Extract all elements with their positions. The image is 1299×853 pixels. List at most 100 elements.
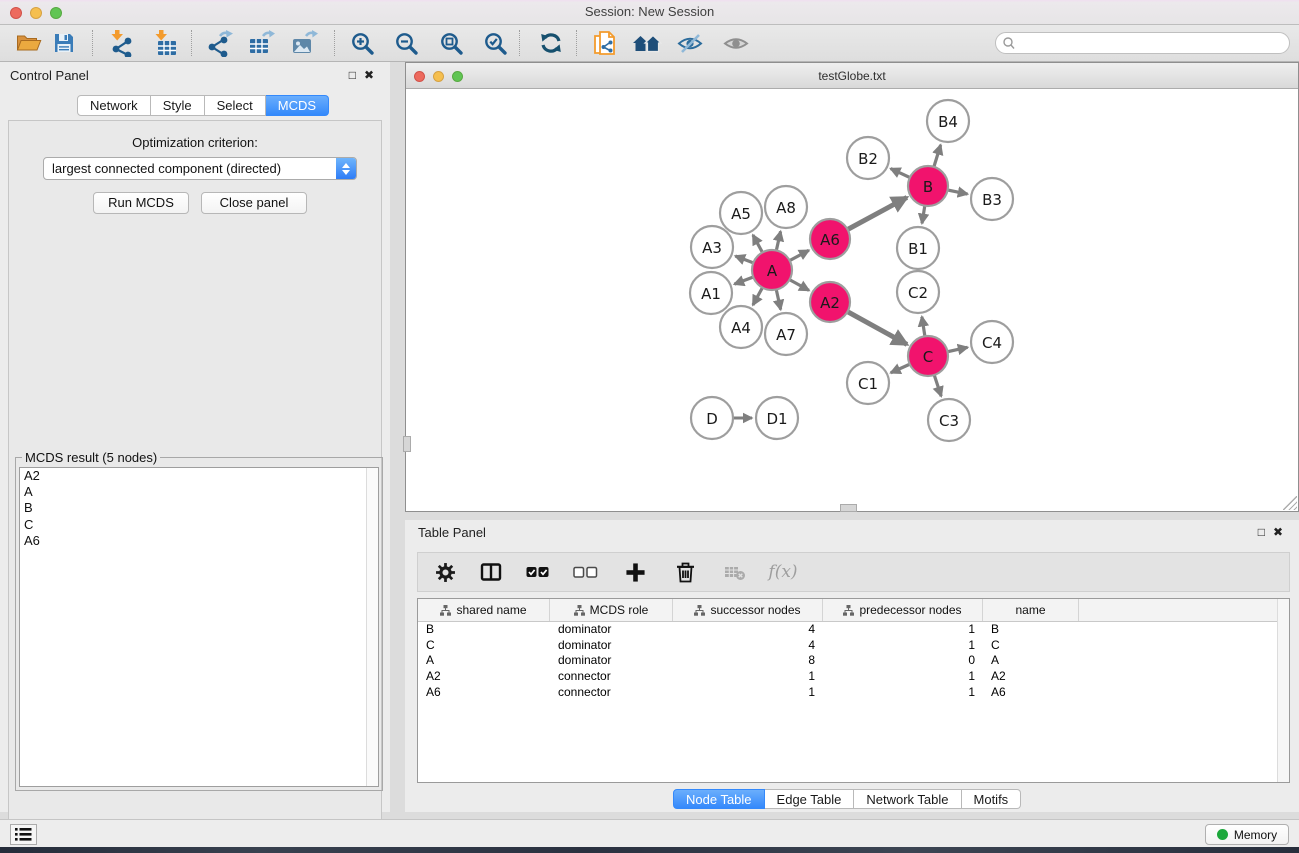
select-all-columns-button[interactable]	[518, 556, 556, 588]
table-cell[interactable]: 1	[823, 622, 983, 638]
hide-selected-button[interactable]	[672, 28, 708, 58]
graph-node-C1[interactable]: C1	[847, 362, 889, 404]
float-panel-icon[interactable]: □	[349, 68, 364, 82]
graph-node-C2[interactable]: C2	[897, 271, 939, 313]
show-panels-list-button[interactable]	[10, 824, 37, 845]
graph-node-B1[interactable]: B1	[897, 227, 939, 269]
delete-column-button[interactable]	[666, 556, 704, 588]
graph-node-B[interactable]: B	[908, 166, 948, 206]
save-session-button[interactable]	[46, 28, 82, 58]
result-list-scrollbar[interactable]	[366, 468, 378, 786]
table-cell[interactable]: A	[983, 653, 1079, 669]
column-header-name[interactable]: name	[983, 599, 1079, 621]
table-cell[interactable]: 1	[673, 669, 823, 685]
mcds-result-item[interactable]: C	[20, 517, 378, 533]
zoom-in-button[interactable]	[344, 28, 380, 58]
graph-node-A7[interactable]: A7	[765, 313, 807, 355]
mcds-result-item[interactable]: B	[20, 500, 378, 516]
graph-node-A6[interactable]: A6	[810, 219, 850, 259]
search-input[interactable]	[1020, 36, 1289, 50]
close-panel-icon[interactable]: ✖	[364, 68, 382, 82]
table-cell[interactable]: dominator	[550, 638, 673, 654]
table-cell[interactable]: 4	[673, 622, 823, 638]
criterion-dropdown[interactable]: largest connected component (directed)	[43, 157, 357, 180]
run-mcds-button[interactable]: Run MCDS	[93, 192, 189, 214]
graph-node-B3[interactable]: B3	[971, 178, 1013, 220]
table-cell[interactable]: B	[418, 622, 550, 638]
graph-node-D[interactable]: D	[691, 397, 733, 439]
close-panel-button[interactable]: Close panel	[201, 192, 307, 214]
table-cell[interactable]: A2	[418, 669, 550, 685]
show-all-button[interactable]	[718, 28, 754, 58]
table-cell[interactable]: 1	[673, 685, 823, 701]
graph-node-A3[interactable]: A3	[691, 226, 733, 268]
network-window-titlebar[interactable]: testGlobe.txt	[406, 63, 1298, 89]
export-table-button[interactable]	[243, 28, 279, 58]
table-cell[interactable]: 4	[673, 638, 823, 654]
cyndex-browser-button[interactable]	[629, 28, 665, 58]
mcds-result-item[interactable]: A	[20, 484, 378, 500]
open-session-button[interactable]	[10, 28, 46, 58]
vertical-splitter-handle[interactable]	[403, 436, 411, 452]
graph-node-A4[interactable]: A4	[720, 306, 762, 348]
column-header-predecessor-nodes[interactable]: predecessor nodes	[823, 599, 983, 621]
table-cell[interactable]: 1	[823, 638, 983, 654]
table-cell[interactable]: dominator	[550, 653, 673, 669]
table-cell[interactable]: 8	[673, 653, 823, 669]
deselect-all-columns-button[interactable]	[566, 556, 604, 588]
tab-network-table[interactable]: Network Table	[854, 789, 961, 809]
graph-node-A2[interactable]: A2	[810, 282, 850, 322]
graph-node-C4[interactable]: C4	[971, 321, 1013, 363]
table-cell[interactable]: 0	[823, 653, 983, 669]
search-field[interactable]	[995, 32, 1290, 54]
table-cell[interactable]: 1	[823, 685, 983, 701]
table-cell[interactable]: A2	[983, 669, 1079, 685]
graph-node-B2[interactable]: B2	[847, 137, 889, 179]
graph-node-A5[interactable]: A5	[720, 192, 762, 234]
import-table-button[interactable]	[148, 28, 184, 58]
table-cell[interactable]: C	[983, 638, 1079, 654]
table-scrollbar[interactable]	[1277, 599, 1289, 782]
zoom-selected-button[interactable]	[477, 28, 513, 58]
tab-motifs[interactable]: Motifs	[962, 789, 1022, 809]
graph-node-D1[interactable]: D1	[756, 397, 798, 439]
import-network-button[interactable]	[103, 28, 139, 58]
table-settings-button[interactable]	[426, 556, 464, 588]
tab-mcds[interactable]: MCDS	[266, 95, 329, 116]
graph-node-C3[interactable]: C3	[928, 399, 970, 441]
mcds-result-item[interactable]: A6	[20, 533, 378, 549]
graph-node-A8[interactable]: A8	[765, 186, 807, 228]
horizontal-splitter-handle[interactable]	[840, 504, 857, 512]
float-table-panel-icon[interactable]: □	[1258, 525, 1273, 539]
column-header-mcds-role[interactable]: MCDS role	[550, 599, 673, 621]
table-cell[interactable]: B	[983, 622, 1079, 638]
close-table-panel-icon[interactable]: ✖	[1273, 525, 1291, 539]
tab-style[interactable]: Style	[151, 95, 205, 116]
mcds-result-item[interactable]: A2	[20, 468, 378, 484]
export-image-button[interactable]	[286, 28, 322, 58]
create-column-button[interactable]	[616, 556, 654, 588]
tab-network[interactable]: Network	[77, 95, 151, 116]
zoom-out-button[interactable]	[388, 28, 424, 58]
graph-node-C[interactable]: C	[908, 336, 948, 376]
zoom-fit-button[interactable]	[433, 28, 469, 58]
table-cell[interactable]: A6	[983, 685, 1079, 701]
table-cell[interactable]: A6	[418, 685, 550, 701]
table-cell[interactable]: dominator	[550, 622, 673, 638]
tab-node-table[interactable]: Node Table	[673, 789, 765, 809]
refresh-view-button[interactable]	[533, 28, 569, 58]
column-header-successor-nodes[interactable]: successor nodes	[673, 599, 823, 621]
export-network-button[interactable]	[201, 28, 237, 58]
tab-select[interactable]: Select	[205, 95, 266, 116]
table-cell[interactable]: connector	[550, 669, 673, 685]
memory-button[interactable]: Memory	[1205, 824, 1289, 845]
tab-edge-table[interactable]: Edge Table	[765, 789, 855, 809]
table-cell[interactable]: 1	[823, 669, 983, 685]
graph-node-B4[interactable]: B4	[927, 100, 969, 142]
new-network-from-selection-button[interactable]	[587, 28, 623, 58]
window-resize-grip[interactable]	[1283, 496, 1297, 510]
table-cell[interactable]: connector	[550, 685, 673, 701]
network-graph[interactable]: AA1A2A3A4A5A6A7A8BB1B2B3B4CC1C2C3C4DD1	[407, 89, 1298, 510]
column-header-shared-name[interactable]: shared name	[418, 599, 550, 621]
graph-node-A[interactable]: A	[752, 250, 792, 290]
